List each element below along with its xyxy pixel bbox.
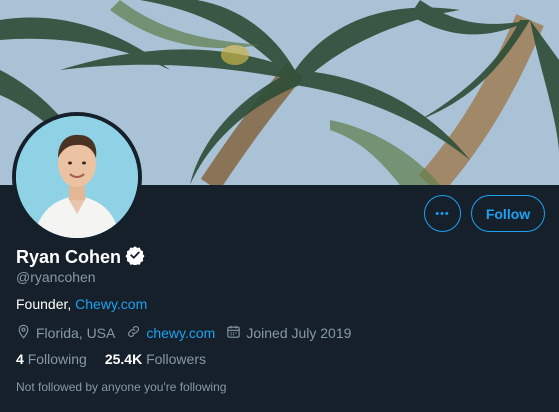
profile-handle: @ryancohen: [16, 269, 96, 285]
followed-by-note: Not followed by anyone you're following: [16, 380, 227, 394]
bio-text: Founder,: [16, 296, 72, 312]
bio-link[interactable]: Chewy.com: [75, 296, 147, 312]
follow-stats: 4 Following 25.4K Followers: [16, 351, 224, 367]
profile-meta: Florida, USA chewy.com Joined July 2019: [16, 324, 362, 342]
followers-count: 25.4K: [104, 351, 143, 367]
location-item: Florida, USA: [16, 324, 115, 342]
followers-stat[interactable]: 25.4K Followers: [105, 351, 206, 367]
following-stat[interactable]: 4 Following: [16, 351, 87, 367]
website-item: chewy.com: [126, 324, 215, 342]
location-text: Florida, USA: [36, 325, 116, 341]
following-count: 4: [16, 351, 24, 367]
display-name: Ryan Cohen: [16, 247, 122, 267]
joined-date: Joined July 2019: [246, 325, 352, 341]
followers-label: Followers: [146, 351, 206, 367]
follow-button[interactable]: Follow: [471, 195, 545, 232]
profile-bio: Founder, Chewy.com: [16, 296, 147, 312]
location-pin-icon: [16, 324, 31, 342]
more-options-button[interactable]: •••: [424, 195, 461, 232]
avatar[interactable]: [16, 116, 138, 238]
name-row: Ryan Cohen: [16, 245, 145, 270]
link-icon: [126, 324, 141, 342]
verified-badge-icon: [125, 245, 145, 270]
calendar-icon: [226, 324, 241, 342]
website-link[interactable]: chewy.com: [146, 325, 215, 341]
profile-photo: [16, 116, 138, 238]
avatar-ring[interactable]: [12, 112, 142, 242]
more-options-icon: •••: [435, 207, 450, 220]
following-label: Following: [27, 351, 87, 367]
joined-item: Joined July 2019: [226, 324, 351, 342]
